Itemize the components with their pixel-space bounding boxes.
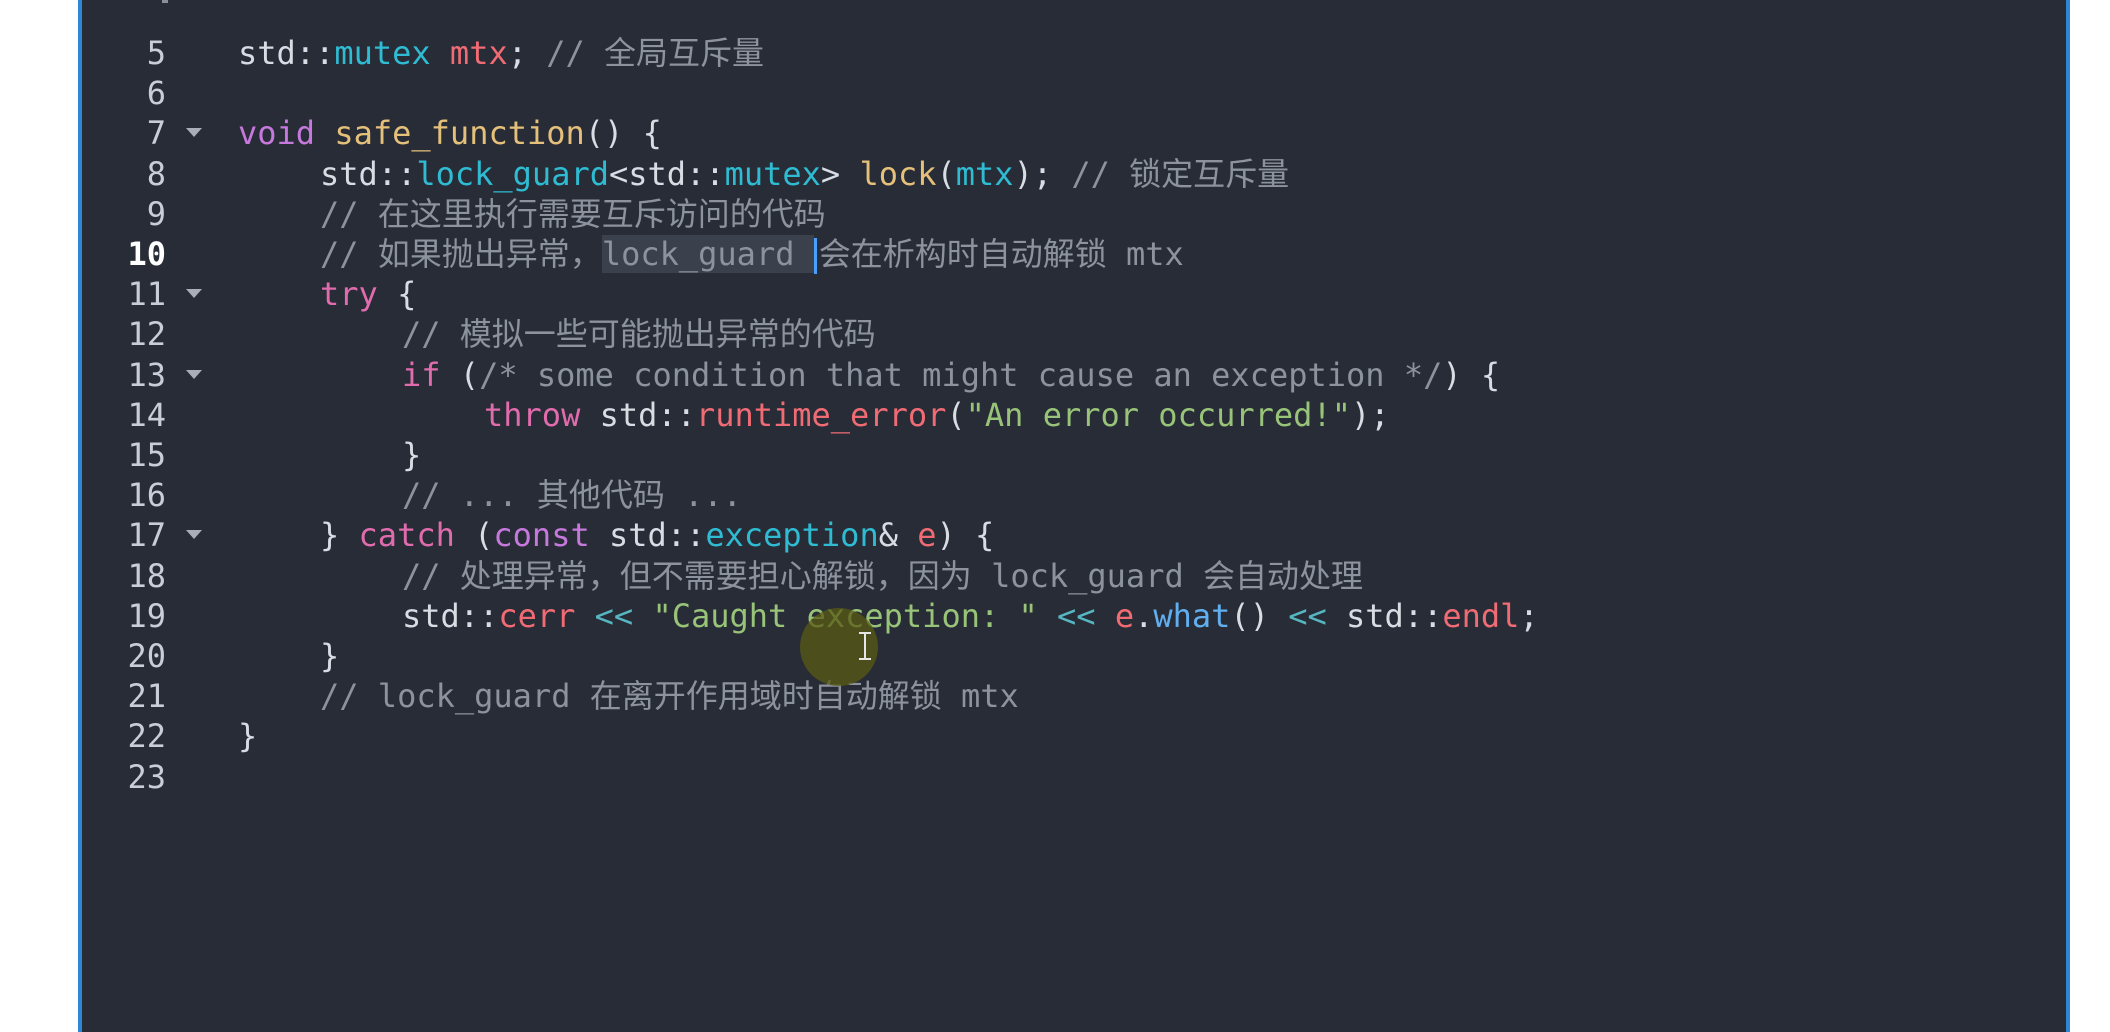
- line-number: 23: [127, 757, 166, 796]
- code-line[interactable]: 23: [82, 750, 2066, 804]
- gutter-top-marker: [162, 0, 168, 3]
- code-editor[interactable]: 5 std::mutex mtx; // 全局互斥量 6 7 void safe_fun…: [78, 0, 2070, 1032]
- text-ibeam-icon: [857, 632, 873, 660]
